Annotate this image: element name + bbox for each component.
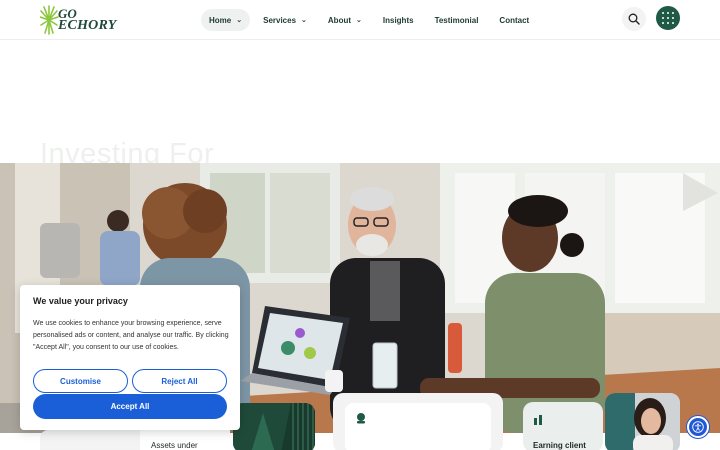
nav-item-about[interactable]: About ⌄	[320, 9, 370, 31]
accessibility-button[interactable]	[687, 416, 709, 438]
grid-dot	[666, 12, 670, 15]
grid-menu-button[interactable]	[656, 6, 680, 30]
leaf-icon	[357, 413, 365, 424]
site-header: GO ECHORY Home ⌄ Services ⌄ About ⌄ Insi…	[0, 0, 720, 40]
cookie-consent-banner: We value your privacy We use cookies to …	[20, 285, 240, 430]
nav-item-label: About	[327, 15, 352, 25]
grid-dot	[671, 21, 674, 24]
assets-label: Assets under	[151, 441, 198, 450]
search-icon	[628, 13, 640, 25]
nav-item-insights[interactable]: Insights	[375, 9, 422, 31]
reject-all-button[interactable]: Reject All	[132, 369, 227, 393]
customise-button[interactable]: Customise	[33, 369, 128, 393]
accessibility-icon	[692, 421, 704, 433]
building-image-card	[233, 403, 315, 450]
grid-dot	[671, 12, 674, 15]
nav-item-testimonial[interactable]: Testimonial	[427, 9, 487, 31]
main-nav: Home ⌄ Services ⌄ About ⌄ Insights Testi…	[201, 9, 542, 31]
earning-label: Earning client	[533, 441, 586, 450]
cookie-body: We use cookies to enhance your browsing …	[33, 320, 229, 351]
nav-item-label: Testimonial	[434, 15, 479, 25]
sunburst-logo-icon	[40, 5, 59, 35]
center-feature-inner	[345, 403, 491, 450]
nav-item-label: Services	[263, 15, 297, 25]
nav-item-contact[interactable]: Contact	[491, 9, 537, 31]
grid-dot	[662, 16, 665, 20]
grid-dot	[671, 16, 674, 20]
cookie-title: We value your privacy	[33, 296, 128, 306]
center-feature-card	[333, 393, 503, 450]
chevron-down-icon: ⌄	[356, 17, 362, 24]
client-photo-card	[605, 393, 680, 450]
chevron-down-icon: ⌄	[236, 17, 243, 24]
nav-item-services[interactable]: Services ⌄	[255, 9, 315, 31]
accept-all-button[interactable]: Accept All	[33, 394, 227, 419]
nav-item-label: Contact	[499, 15, 530, 25]
grid-dot	[662, 21, 665, 24]
logo-text-line2: ECHORY	[58, 18, 117, 33]
nav-item-label: Insights	[382, 15, 414, 25]
logo[interactable]: GO ECHORY	[40, 5, 120, 35]
chevron-down-icon: ⌄	[301, 17, 307, 24]
nav-item-home[interactable]: Home ⌄	[201, 9, 251, 31]
grid-dot	[666, 16, 670, 20]
grid-dot	[666, 21, 670, 24]
stat-card-left	[40, 430, 140, 450]
bar-chart-icon	[534, 415, 542, 425]
grid-menu-icon	[662, 12, 665, 15]
earning-card: Earning client	[523, 402, 603, 450]
nav-item-label: Home	[209, 15, 232, 25]
search-button[interactable]	[622, 7, 646, 31]
cookie-secondary-actions: Customise Reject All	[33, 369, 227, 393]
